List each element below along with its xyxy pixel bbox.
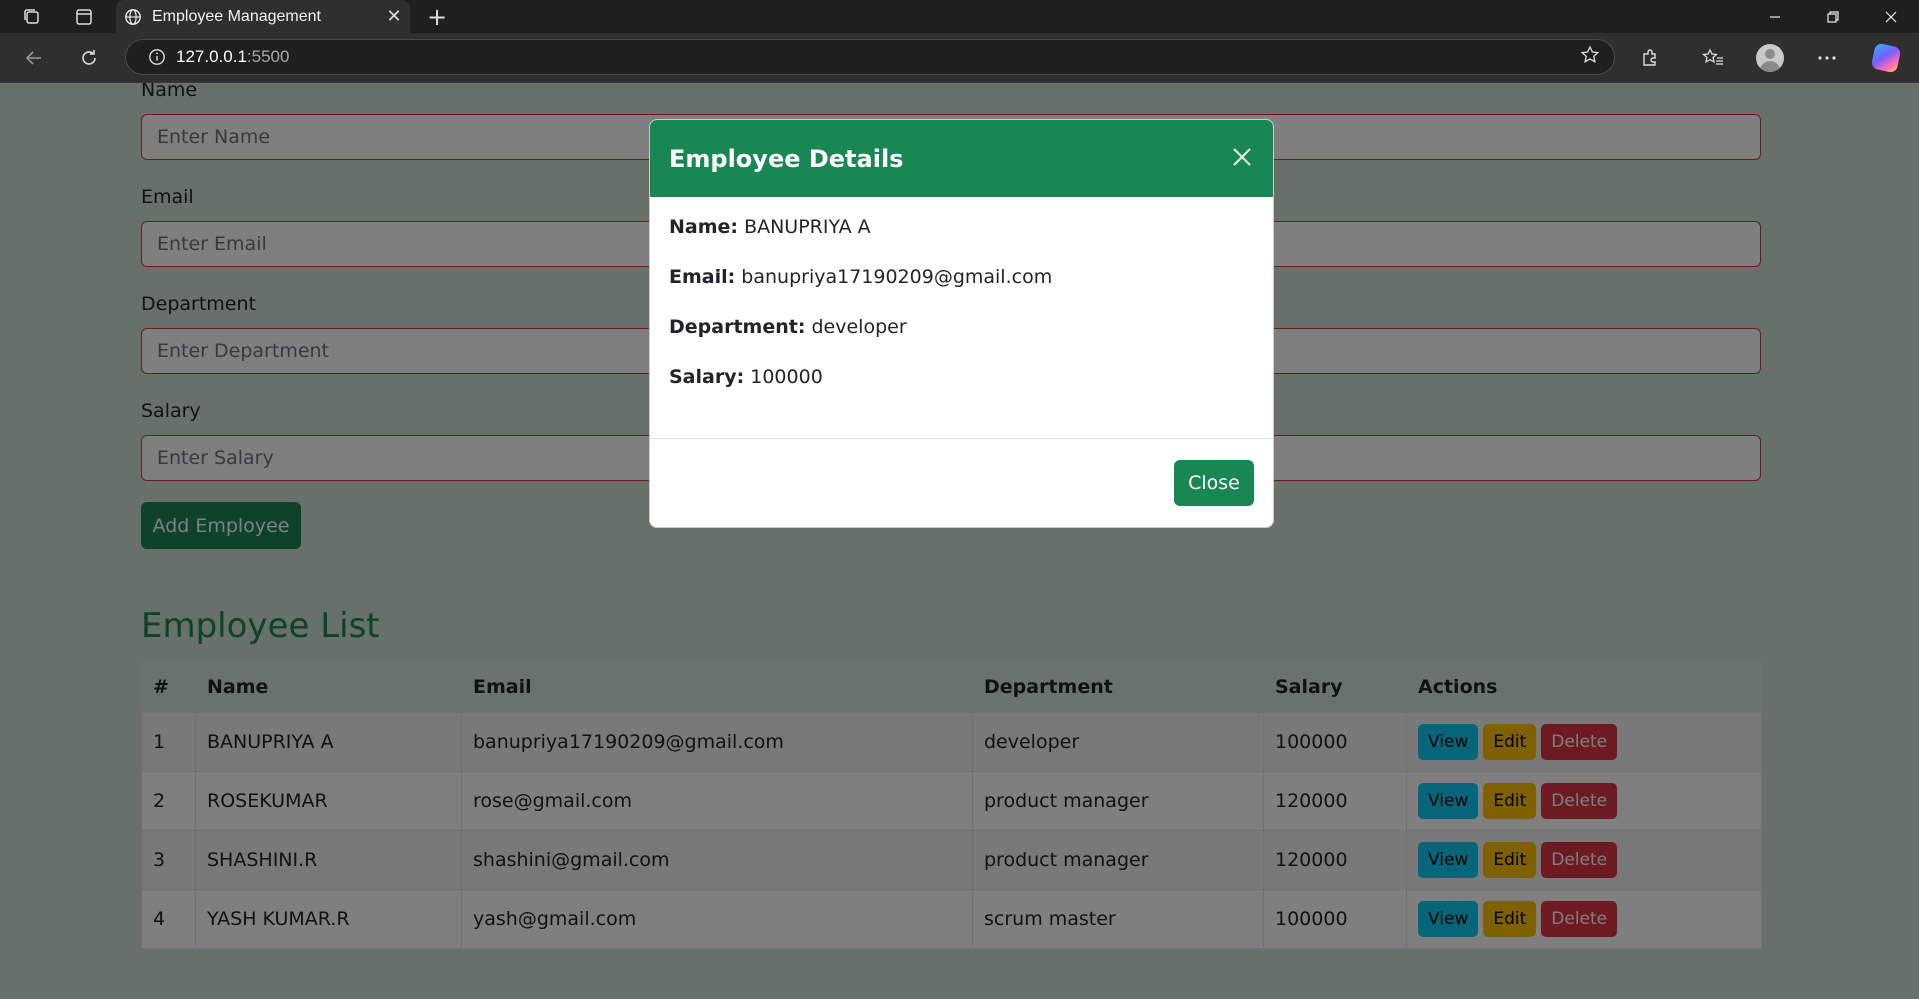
star-icon[interactable]: [1580, 44, 1600, 70]
url-port: :5500: [246, 47, 290, 66]
back-arrow-icon[interactable]: [16, 41, 52, 75]
browser-toolbar: 127.0.0.1:5500: [0, 33, 1919, 83]
detail-department-value: developer: [811, 316, 907, 338]
detail-department: Department: developer: [669, 315, 1254, 339]
restore-icon[interactable]: [1805, 0, 1861, 33]
detail-email: Email: banupriya17190209@gmail.com: [669, 265, 1254, 289]
detail-salary-label: Salary:: [669, 366, 745, 388]
detail-name-value: BANUPRIYA A: [744, 216, 871, 238]
url-host: 127.0.0.1: [176, 47, 247, 66]
extensions-icon[interactable]: [1632, 41, 1668, 75]
detail-email-value: banupriya17190209@gmail.com: [741, 266, 1053, 288]
tab-employee-management[interactable]: Employee Management ✕: [116, 0, 410, 33]
new-tab-button[interactable]: +: [422, 0, 452, 33]
close-button[interactable]: Close: [1174, 460, 1254, 506]
favorites-icon[interactable]: [1695, 41, 1731, 75]
minimize-icon[interactable]: [1747, 0, 1803, 33]
more-icon[interactable]: [1809, 41, 1845, 75]
modal-title: Employee Details: [669, 144, 904, 173]
tab-close-icon[interactable]: ✕: [378, 6, 410, 27]
tab-actions-icon[interactable]: [64, 0, 104, 33]
globe-icon: [124, 8, 142, 26]
detail-name: Name: BANUPRIYA A: [669, 215, 1254, 239]
detail-name-label: Name:: [669, 216, 739, 238]
modal-footer: Close: [650, 438, 1273, 527]
detail-salary: Salary: 100000: [669, 365, 1254, 389]
modal-body: Name: BANUPRIYA A Email: banupriya171902…: [650, 197, 1273, 421]
refresh-icon[interactable]: [71, 41, 107, 75]
tab-title: Employee Management: [152, 7, 321, 25]
employee-details-modal: Employee Details Name: BANUPRIYA A Email…: [649, 119, 1274, 528]
info-icon[interactable]: [138, 48, 176, 66]
detail-email-label: Email:: [669, 266, 736, 288]
profile-icon[interactable]: [1752, 41, 1788, 75]
url-text: 127.0.0.1:5500: [176, 47, 289, 67]
modal-header: Employee Details: [650, 120, 1273, 197]
close-icon[interactable]: [1227, 142, 1257, 172]
browser-tab-bar: Employee Management ✕ +: [0, 0, 1919, 33]
address-bar[interactable]: 127.0.0.1:5500: [125, 39, 1615, 75]
detail-salary-value: 100000: [750, 366, 823, 388]
workspaces-icon[interactable]: [12, 0, 52, 33]
close-window-icon[interactable]: [1863, 0, 1919, 33]
detail-department-label: Department:: [669, 316, 806, 338]
copilot-icon[interactable]: [1868, 41, 1904, 75]
